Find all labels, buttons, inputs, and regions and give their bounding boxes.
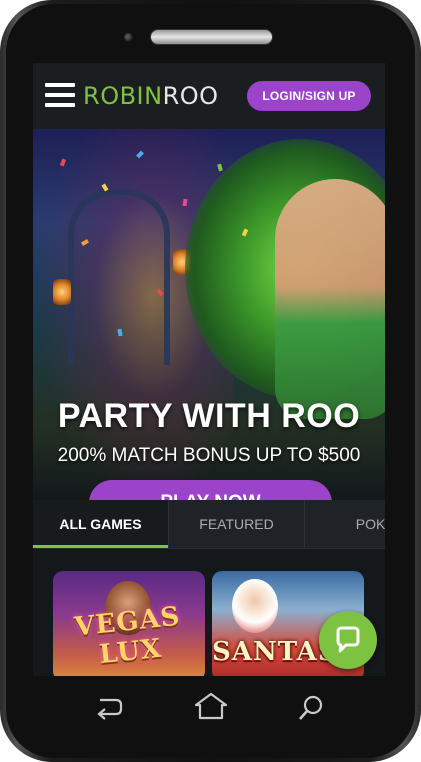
logo-text-bin: BIN — [119, 82, 163, 110]
tab-poki[interactable]: POKI — [305, 500, 385, 548]
back-icon[interactable] — [92, 694, 124, 727]
logo-text-o: O — [100, 82, 120, 110]
game-art-figure — [232, 579, 278, 633]
game-category-tabs: ALL GAMES FEATURED POKI — [33, 500, 385, 549]
search-icon[interactable] — [297, 694, 325, 727]
hero-carnival-figure — [275, 179, 385, 419]
game-title: VEGAS LUX — [73, 601, 182, 671]
hamburger-icon[interactable] — [45, 83, 75, 107]
logo-text-r: R — [83, 82, 101, 110]
camera-icon — [124, 33, 133, 42]
hero-subtitle: 200% MATCH BONUS UP TO $500 — [57, 445, 361, 466]
hero-arch-decoration — [68, 189, 170, 365]
hero-banner: PARTY WITH ROO 200% MATCH BONUS UP TO $5… — [33, 129, 385, 500]
tab-featured[interactable]: FEATURED — [169, 500, 305, 548]
game-tile-vegas-lux[interactable]: VEGAS LUX — [53, 571, 205, 676]
chat-bubble-icon[interactable] — [319, 611, 377, 669]
logo-text-roo: ROO — [162, 82, 219, 110]
phone-frame: R O BIN ROO LOGIN/SIGN UP PARTY WITH ROO… — [0, 0, 421, 762]
play-now-button[interactable]: PLAY NOW — [89, 480, 332, 500]
home-icon[interactable] — [193, 692, 229, 725]
app-header: R O BIN ROO LOGIN/SIGN UP — [33, 63, 385, 129]
login-signup-button[interactable]: LOGIN/SIGN UP — [247, 81, 371, 111]
hero-title: PARTY WITH ROO — [57, 397, 361, 435]
lantern-decoration — [53, 279, 71, 305]
robinroo-logo[interactable]: R O BIN ROO — [83, 82, 219, 110]
earpiece-speaker — [150, 29, 273, 45]
tab-all-games[interactable]: ALL GAMES — [33, 500, 169, 548]
app-screen: R O BIN ROO LOGIN/SIGN UP PARTY WITH ROO… — [33, 63, 385, 676]
